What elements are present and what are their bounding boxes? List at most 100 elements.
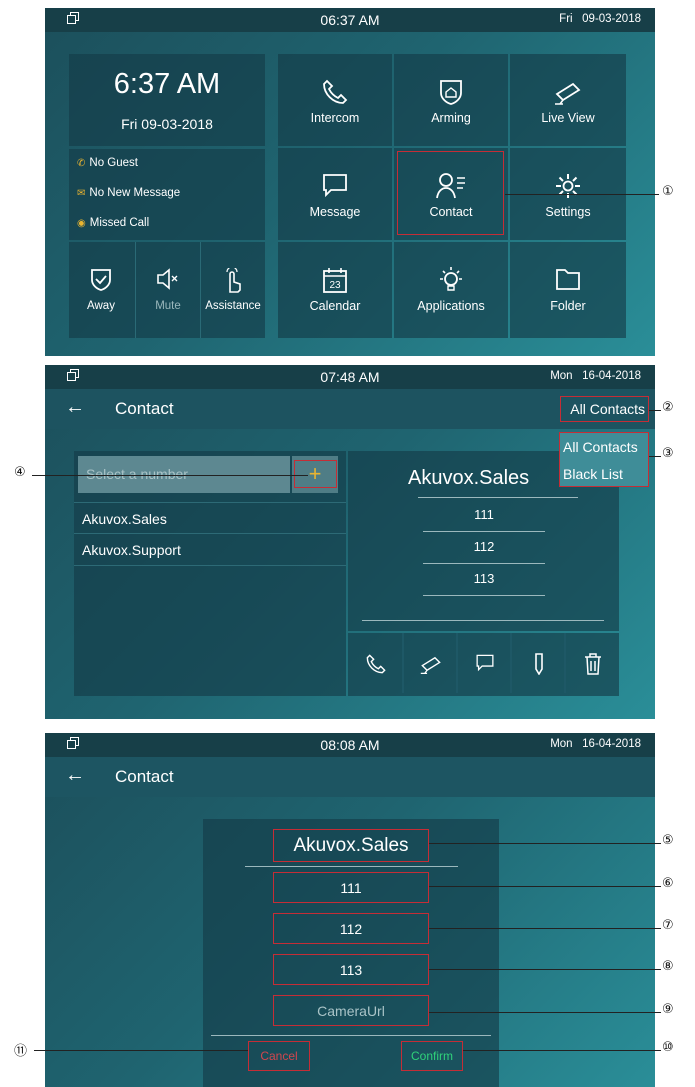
status-date: Mon 16-04-2018: [550, 738, 641, 750]
divider: [418, 497, 578, 498]
number-item[interactable]: 112: [423, 539, 545, 564]
back-arrow-icon[interactable]: ←: [65, 764, 85, 787]
callout-1: ①: [662, 184, 674, 199]
dropdown-highlight: [559, 432, 649, 487]
camera-icon: [420, 656, 441, 675]
shield-check-icon: [91, 269, 111, 291]
phone-icon: [323, 79, 348, 104]
tile-message[interactable]: Message: [278, 148, 392, 240]
callout-line-2: [649, 410, 661, 411]
message-icon: [476, 654, 494, 672]
tile-calendar[interactable]: 23 Calendar: [278, 242, 392, 338]
number-item[interactable]: 113: [423, 571, 545, 596]
bulb-icon: [440, 267, 462, 291]
status-bar: 07:48 AM Mon 16-04-2018: [45, 365, 655, 389]
contact-name-field[interactable]: Akuvox.Sales: [273, 829, 429, 862]
status-bar: 06:37 AM Fri 09-03-2018: [45, 8, 655, 32]
callout-6: ⑥: [662, 876, 674, 891]
page-title: Contact: [115, 767, 174, 786]
pencil-icon: [535, 653, 543, 675]
callout-9: ⑨: [662, 1002, 674, 1017]
notification-panel: ✆ No Guest ✉ No New Message ◉ Missed Call: [69, 149, 265, 240]
camera-button[interactable]: [402, 633, 458, 693]
edit-contact-dialog: Akuvox.Sales 111 112 113 CameraUrl Cance…: [203, 819, 499, 1087]
divider: [211, 1035, 491, 1036]
camera-icon: [555, 82, 581, 105]
contact-name: Akuvox.Sales: [408, 467, 530, 489]
quick-button-panel: Away Mute Assistance: [69, 242, 265, 338]
callout-line-1: [505, 194, 659, 195]
notification-missed-call[interactable]: ◉ Missed Call: [77, 217, 149, 229]
chat-bubble-icon: ◉: [77, 217, 86, 229]
delete-button[interactable]: [564, 633, 619, 693]
number-field-2[interactable]: 112: [273, 913, 429, 944]
notification-no-message[interactable]: ✉ No New Message: [77, 187, 180, 199]
camera-url-field[interactable]: CameraUrl: [273, 995, 429, 1026]
mute-button[interactable]: Mute: [135, 242, 201, 338]
back-arrow-icon[interactable]: ←: [65, 396, 85, 419]
title-bar: ← Contact: [45, 757, 655, 797]
callout-line-6: [429, 886, 661, 887]
tile-live-view[interactable]: Live View: [510, 54, 626, 146]
callout-7: ⑦: [662, 918, 674, 933]
status-date: Mon 16-04-2018: [550, 370, 641, 382]
hand-pointer-icon: [226, 268, 241, 293]
phone-icon: [366, 654, 386, 674]
speaker-mute-icon: [157, 268, 178, 290]
tile-folder[interactable]: Folder: [510, 242, 626, 338]
folder-icon: [556, 269, 580, 290]
list-item[interactable]: Akuvox.Support: [74, 534, 346, 566]
callout-4: ④: [14, 465, 26, 480]
message-icon: [323, 174, 347, 198]
notification-no-guest[interactable]: ✆ No Guest: [77, 157, 138, 169]
list-item[interactable]: Akuvox.Sales: [74, 502, 346, 534]
divider: [362, 620, 604, 621]
clock-time: 6:37 AM: [113, 68, 221, 100]
message-button[interactable]: [456, 633, 512, 693]
edit-button[interactable]: [510, 633, 566, 693]
phone-small-icon: ✆: [77, 157, 86, 169]
envelope-icon: ✉: [77, 187, 86, 199]
assistance-button[interactable]: Assistance: [201, 242, 265, 338]
home-shield-icon: [440, 80, 462, 105]
action-bar: [348, 633, 619, 696]
callout-line-7: [429, 928, 661, 929]
tile-applications[interactable]: Applications: [394, 242, 508, 338]
svg-text:23: 23: [329, 280, 341, 291]
callout-10: ⑩: [662, 1040, 674, 1055]
contact-list-screen: 07:48 AM Mon 16-04-2018 ← Contact All Co…: [45, 365, 655, 719]
callout-5: ⑤: [662, 833, 674, 848]
divider: [245, 866, 458, 867]
callout-line-4: [32, 475, 308, 476]
tile-arming[interactable]: Arming: [394, 54, 508, 146]
contact-highlight: [397, 151, 504, 235]
callout-line-10: [463, 1050, 661, 1051]
callout-8: ⑧: [662, 959, 674, 974]
contact-list-panel: Select a number + Akuvox.Sales Akuvox.Su…: [74, 451, 346, 696]
contact-edit-screen: 08:08 AM Mon 16-04-2018 ← Contact Akuvox…: [45, 733, 655, 1087]
number-field-3[interactable]: 113: [273, 954, 429, 985]
status-bar: 08:08 AM Mon 16-04-2018: [45, 733, 655, 757]
cancel-button[interactable]: Cancel: [248, 1041, 310, 1071]
home-screen: 06:37 AM Fri 09-03-2018 6:37 AM Fri 09-0…: [45, 8, 655, 356]
filter-highlight: [560, 396, 649, 422]
callout-line-5: [429, 843, 661, 844]
clock-panel: 6:37 AM Fri 09-03-2018: [69, 54, 265, 146]
tile-intercom[interactable]: Intercom: [278, 54, 392, 146]
callout-line-8: [429, 969, 661, 970]
away-button[interactable]: Away: [69, 242, 133, 338]
number-field-1[interactable]: 111: [273, 872, 429, 903]
gear-icon: [556, 174, 580, 198]
clock-date: Fri 09-03-2018: [121, 116, 213, 132]
status-date: Fri 09-03-2018: [559, 13, 641, 25]
callout-3: ③: [662, 446, 674, 461]
number-item[interactable]: 111: [423, 507, 545, 532]
call-button[interactable]: [348, 633, 404, 693]
callout-2: ②: [662, 400, 674, 415]
callout-11: ⑪: [14, 1044, 28, 1059]
confirm-button[interactable]: Confirm: [401, 1041, 463, 1071]
callout-line-9: [429, 1012, 661, 1013]
add-highlight: [294, 460, 337, 488]
calendar-icon: 23: [323, 268, 347, 293]
page-title: Contact: [115, 399, 174, 418]
